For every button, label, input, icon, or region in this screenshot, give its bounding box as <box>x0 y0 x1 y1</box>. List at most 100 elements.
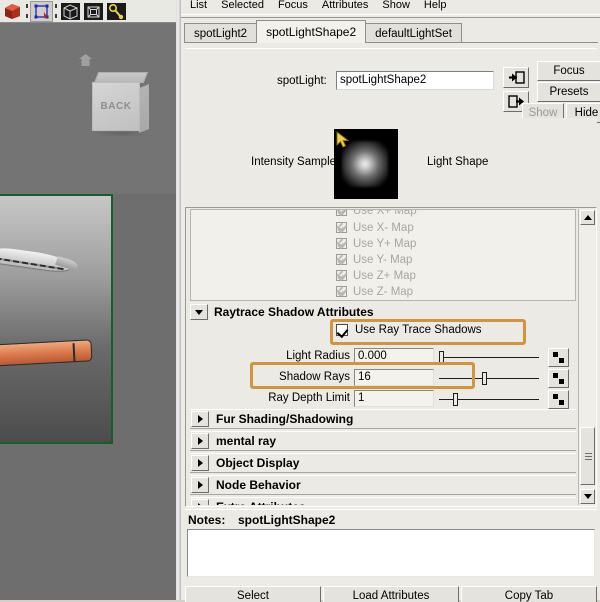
section-label: Object Display <box>216 456 300 470</box>
section-mental-ray[interactable]: mental ray <box>190 431 576 451</box>
checkbox-use-x-plus-map: Use X+ Map <box>336 209 417 218</box>
menu-attributes[interactable]: Attributes <box>315 0 375 12</box>
checkbox-use-z-plus-map: Use Z+ Map <box>336 268 416 283</box>
viewport-shading-toolbar <box>0 0 176 23</box>
section-label: mental ray <box>216 434 277 448</box>
checkbox-icon[interactable] <box>336 324 348 336</box>
menu-list[interactable]: List <box>183 0 214 12</box>
tab-spotlight2[interactable]: spotLight2 <box>184 23 258 43</box>
collapsed-sections-group: Fur Shading/Shadowing mental ray Object … <box>190 409 576 505</box>
texture-light-icon[interactable] <box>105 1 128 22</box>
notes-panel: Notes: spotLightShape2 <box>185 509 597 581</box>
checkbox-label: Use X+ Map <box>353 209 417 217</box>
shadow-rays-map-button[interactable] <box>548 369 569 388</box>
notes-header-label: Notes: <box>188 513 226 527</box>
section-node-behavior[interactable]: Node Behavior <box>190 475 576 495</box>
light-radius-input[interactable]: 0.000 <box>354 348 434 365</box>
ray-depth-limit-input[interactable]: 1 <box>354 390 434 407</box>
ray-depth-limit-label: Ray Depth Limit <box>268 392 350 404</box>
raytrace-shadow-attributes-section: Raytrace Shadow Attributes Use Ray Trace… <box>190 304 576 410</box>
menu-divider <box>181 14 600 18</box>
checkbox-label: Use Z- Map <box>353 285 414 298</box>
checkbox-icon <box>336 210 348 216</box>
section-extra-attributes[interactable]: Extra Attributes <box>190 497 576 505</box>
light-sample-block: Intensity Sample Light Shape <box>185 118 597 206</box>
checkbox-use-y-plus-map: Use Y+ Map <box>336 236 416 251</box>
viewport-panel: BACK <box>0 0 181 600</box>
shadow-rays-slider-track[interactable] <box>439 378 539 379</box>
view-cube-side-face[interactable] <box>139 83 149 134</box>
wireframe-on-shaded-icon[interactable] <box>82 1 105 22</box>
shadow-rays-slider-handle[interactable] <box>482 372 487 385</box>
expand-triangle-right-icon[interactable] <box>191 477 209 493</box>
node-name-input[interactable]: spotLightShape2 <box>336 71 494 90</box>
menu-help[interactable]: Help <box>417 0 454 12</box>
attribute-scroll-content: Use X+ Map Use X- Map Use Y+ Map Use Y- … <box>188 209 578 505</box>
expand-triangle-right-icon[interactable] <box>191 499 209 505</box>
section-fur-shading-shadowing[interactable]: Fur Shading/Shadowing <box>190 409 576 429</box>
expand-triangle-right-icon[interactable] <box>191 411 209 427</box>
checkbox-icon <box>336 268 348 281</box>
shadow-rays-row: Shadow Rays 16 <box>190 369 576 388</box>
intensity-sample-swatch[interactable] <box>334 129 398 199</box>
checkbox-use-y-minus-map: Use Y- Map <box>336 252 412 267</box>
arrow-into-box-icon[interactable] <box>503 67 529 88</box>
light-radius-slider-track[interactable] <box>439 357 539 358</box>
checkbox-icon <box>336 236 348 249</box>
perspective-viewport[interactable]: BACK <box>0 23 176 194</box>
expand-triangle-right-icon[interactable] <box>191 455 209 471</box>
light-radius-map-button[interactable] <box>548 348 569 367</box>
checkbox-label: Use Y+ Map <box>353 237 417 250</box>
triangle-up-icon[interactable] <box>580 210 595 225</box>
light-radius-row: Light Radius 0.000 <box>190 348 576 367</box>
checkbox-use-z-minus-map: Use Z- Map <box>336 284 413 299</box>
intensity-sample-label: Intensity Sample <box>251 156 337 168</box>
use-ray-trace-shadows-row[interactable]: Use Ray Trace Shadows <box>336 324 482 336</box>
raytrace-section-title: Raytrace Shadow Attributes <box>214 305 374 319</box>
checker-map-icon <box>553 352 564 363</box>
node-type-label: spotLight: <box>277 75 327 87</box>
tab-spotlightshape2[interactable]: spotLightShape2 <box>256 20 367 43</box>
collapse-triangle-down-icon[interactable] <box>190 304 208 320</box>
notes-textarea[interactable] <box>187 529 595 577</box>
view-cube-shadow <box>94 130 148 137</box>
section-label: Node Behavior <box>216 478 301 492</box>
checker-map-icon <box>553 373 564 384</box>
wireframe-box-icon[interactable] <box>30 0 53 22</box>
arrow-cursor-icon <box>336 131 350 148</box>
section-label: Fur Shading/Shadowing <box>216 412 354 426</box>
view-cube[interactable]: BACK <box>92 72 150 137</box>
tab-underline <box>184 42 598 43</box>
ray-depth-limit-map-button[interactable] <box>548 390 569 409</box>
viewport-background-bottom <box>0 446 176 600</box>
checkbox-icon <box>336 220 348 233</box>
home-icon[interactable] <box>79 54 92 66</box>
checkbox-use-x-minus-map: Use X- Map <box>336 220 414 235</box>
tab-defaultlightset[interactable]: defaultLightSet <box>365 23 462 43</box>
smooth-shade-cube-icon[interactable] <box>59 1 82 22</box>
menu-focus[interactable]: Focus <box>271 0 315 12</box>
section-object-display[interactable]: Object Display <box>190 453 576 473</box>
checkbox-label: Use X- Map <box>353 221 414 234</box>
raytrace-section-header[interactable]: Raytrace Shadow Attributes <box>190 304 576 322</box>
application-window: BACK List Selected Focus Attributes Show… <box>0 0 600 602</box>
node-name-row: spotLight: spotLightShape2 Focus Presets… <box>185 48 600 123</box>
menu-show[interactable]: Show <box>375 0 417 12</box>
expand-triangle-right-icon[interactable] <box>191 433 209 449</box>
menu-selected[interactable]: Selected <box>214 0 271 12</box>
light-radius-slider-handle[interactable] <box>439 351 444 364</box>
light-shape-label: Light Shape <box>427 156 489 168</box>
attribute-scrollbar[interactable] <box>578 209 595 505</box>
shadow-rays-input[interactable]: 16 <box>354 369 434 386</box>
shadow-rays-label: Shadow Rays <box>279 371 350 383</box>
view-cube-front-face[interactable]: BACK <box>92 82 140 131</box>
notes-node-name: spotLightShape2 <box>238 513 336 527</box>
light-radius-label: Light Radius <box>286 350 350 362</box>
presets-button[interactable]: Presets <box>537 82 600 102</box>
shaded-cube-icon[interactable] <box>1 1 24 22</box>
render-viewport-active[interactable] <box>0 194 113 444</box>
triangle-down-icon[interactable] <box>580 489 595 504</box>
ray-depth-limit-slider-handle[interactable] <box>453 393 458 406</box>
scrollbar-thumb[interactable] <box>580 427 595 485</box>
focus-button[interactable]: Focus <box>537 61 600 81</box>
